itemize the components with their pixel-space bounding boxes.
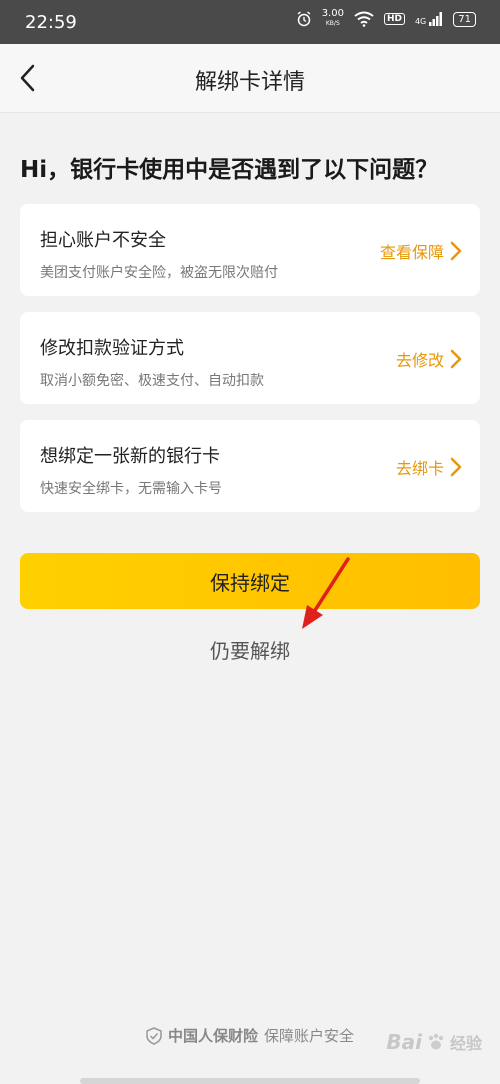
- view-protection-link[interactable]: 查看保障: [380, 239, 462, 263]
- question-headline: Hi，银行卡使用中是否遇到了以下问题？: [20, 157, 439, 183]
- signal-label: 4G: [414, 17, 427, 26]
- chevron-right-icon: [450, 457, 462, 477]
- wifi-icon: [354, 11, 374, 27]
- card-verification-method[interactable]: 修改扣款验证方式 取消小额免密、极速支付、自动扣款 去修改: [20, 312, 480, 404]
- status-icons: 3.00 KB/S HD 4G 71: [296, 9, 476, 29]
- battery-indicator: 71: [453, 11, 476, 27]
- card-action-label: 去修改: [395, 351, 444, 370]
- paw-icon: [428, 1033, 444, 1050]
- chevron-right-icon: [450, 241, 462, 261]
- baidu-watermark: Bai 经验: [386, 1030, 482, 1054]
- status-bar: 22:59 3.00 KB/S HD 4G 71: [0, 0, 500, 44]
- nav-bar: 解绑卡详情: [0, 44, 500, 113]
- card-action-label: 查看保障: [379, 243, 444, 262]
- card-action-label: 去绑卡: [395, 459, 444, 478]
- net-speed-unit: KB/S: [325, 20, 340, 27]
- footer-text: 保障账户安全: [264, 1027, 355, 1045]
- signal-bars-icon: [429, 12, 443, 26]
- net-speed: 3.00 KB/S: [322, 9, 344, 29]
- card-subtitle: 取消小额免密、极速支付、自动扣款: [40, 373, 264, 389]
- bind-card-link[interactable]: 去绑卡: [396, 455, 462, 479]
- home-indicator: [80, 1078, 420, 1084]
- net-speed-value: 3.00: [321, 8, 344, 19]
- footer-brand: 中国人保财险: [167, 1027, 258, 1045]
- still-unbind-label: 仍要解绑: [210, 639, 290, 663]
- modify-link[interactable]: 去修改: [396, 347, 462, 371]
- card-bind-new-card[interactable]: 想绑定一张新的银行卡 快速安全绑卡，无需输入卡号 去绑卡: [20, 420, 480, 512]
- status-time: 22:59: [25, 12, 77, 33]
- watermark-text: Bai: [386, 1030, 422, 1054]
- annotation-arrow-icon: [302, 557, 350, 629]
- shield-check-icon: [146, 1026, 162, 1045]
- alarm-icon: [297, 11, 311, 27]
- card-title: 想绑定一张新的银行卡: [40, 446, 220, 467]
- card-subtitle: 快速安全绑卡，无需输入卡号: [40, 481, 222, 497]
- keep-binding-button[interactable]: 保持绑定: [20, 553, 480, 609]
- hd-badge: HD: [383, 13, 405, 25]
- still-unbind-link[interactable]: 仍要解绑: [0, 635, 500, 664]
- page-title: 解绑卡详情: [194, 70, 305, 95]
- watermark-suffix: 经验: [449, 1034, 482, 1053]
- card-subtitle: 美团支付账户安全险，被盗无限次赔付: [40, 265, 278, 281]
- signal-indicator: 4G: [415, 12, 443, 26]
- card-title: 修改扣款验证方式: [40, 338, 184, 359]
- card-title: 担心账户不安全: [40, 230, 166, 251]
- card-account-security[interactable]: 担心账户不安全 美团支付账户安全险，被盗无限次赔付 查看保障: [20, 204, 480, 296]
- chevron-right-icon: [450, 349, 462, 369]
